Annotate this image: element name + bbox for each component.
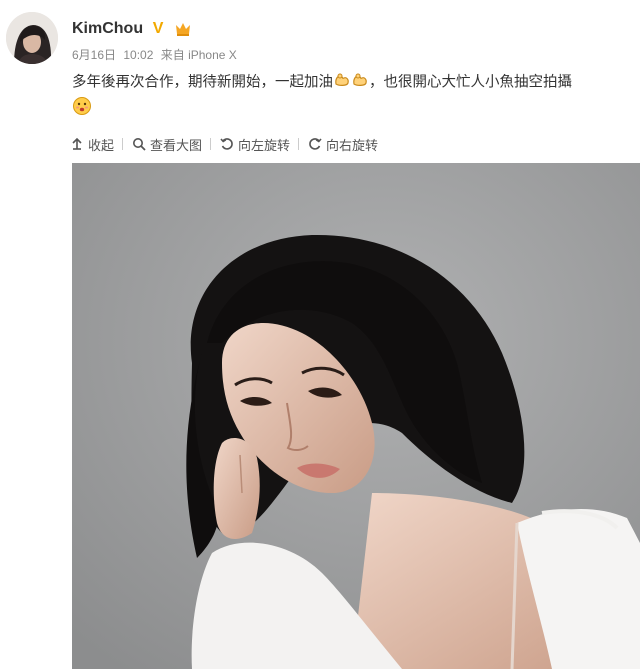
view-large-button[interactable]: 查看大图	[132, 135, 210, 154]
collapse-label: 收起	[88, 138, 115, 154]
flex-arm-emoji-icon	[333, 70, 351, 95]
post-photo[interactable]	[72, 163, 640, 669]
rotate-left-button[interactable]: 向左旋转	[220, 135, 298, 154]
face-emoji-icon	[72, 96, 92, 120]
rotate-right-icon	[308, 137, 322, 151]
divider	[210, 138, 212, 150]
post-text-part-1: 多年後再次合作，期待新開始，一起加油	[72, 74, 333, 91]
image-toolbar: 收起 查看大图 向左旋转 向右旋转	[70, 131, 386, 157]
rotate-right-label: 向右旋转	[326, 138, 379, 154]
rotate-left-label: 向左旋转	[238, 138, 291, 154]
post-text: 多年後再次合作，期待新開始，一起加油 ，也很開心大忙人小魚抽空拍攝	[72, 70, 640, 95]
verified-badge-icon: V	[152, 20, 164, 37]
avatar[interactable]	[6, 12, 58, 64]
post-source[interactable]: 来自 iPhone X	[161, 48, 237, 62]
divider	[298, 138, 300, 150]
author-row: KimChou V	[72, 18, 193, 40]
arrow-up-icon	[70, 137, 84, 151]
search-icon	[132, 137, 146, 151]
collapse-button[interactable]: 收起	[70, 135, 122, 154]
weibo-post: KimChou V 6月16日 10:02 来自 iPhone X 多年後再次合…	[0, 0, 640, 669]
member-crown-icon[interactable]	[173, 19, 193, 39]
flex-arm-emoji-icon	[351, 70, 369, 95]
post-date[interactable]: 6月16日	[72, 48, 116, 62]
rotate-left-icon	[220, 137, 234, 151]
post-meta: 6月16日 10:02 来自 iPhone X	[72, 46, 241, 63]
divider	[122, 138, 124, 150]
rotate-right-button[interactable]: 向右旋转	[308, 135, 386, 154]
author-name[interactable]: KimChou	[72, 20, 143, 38]
post-time[interactable]: 10:02	[123, 48, 153, 62]
view-large-label: 查看大图	[150, 138, 203, 154]
post-text-part-2: ，也很開心大忙人小魚抽空拍攝	[369, 74, 572, 91]
